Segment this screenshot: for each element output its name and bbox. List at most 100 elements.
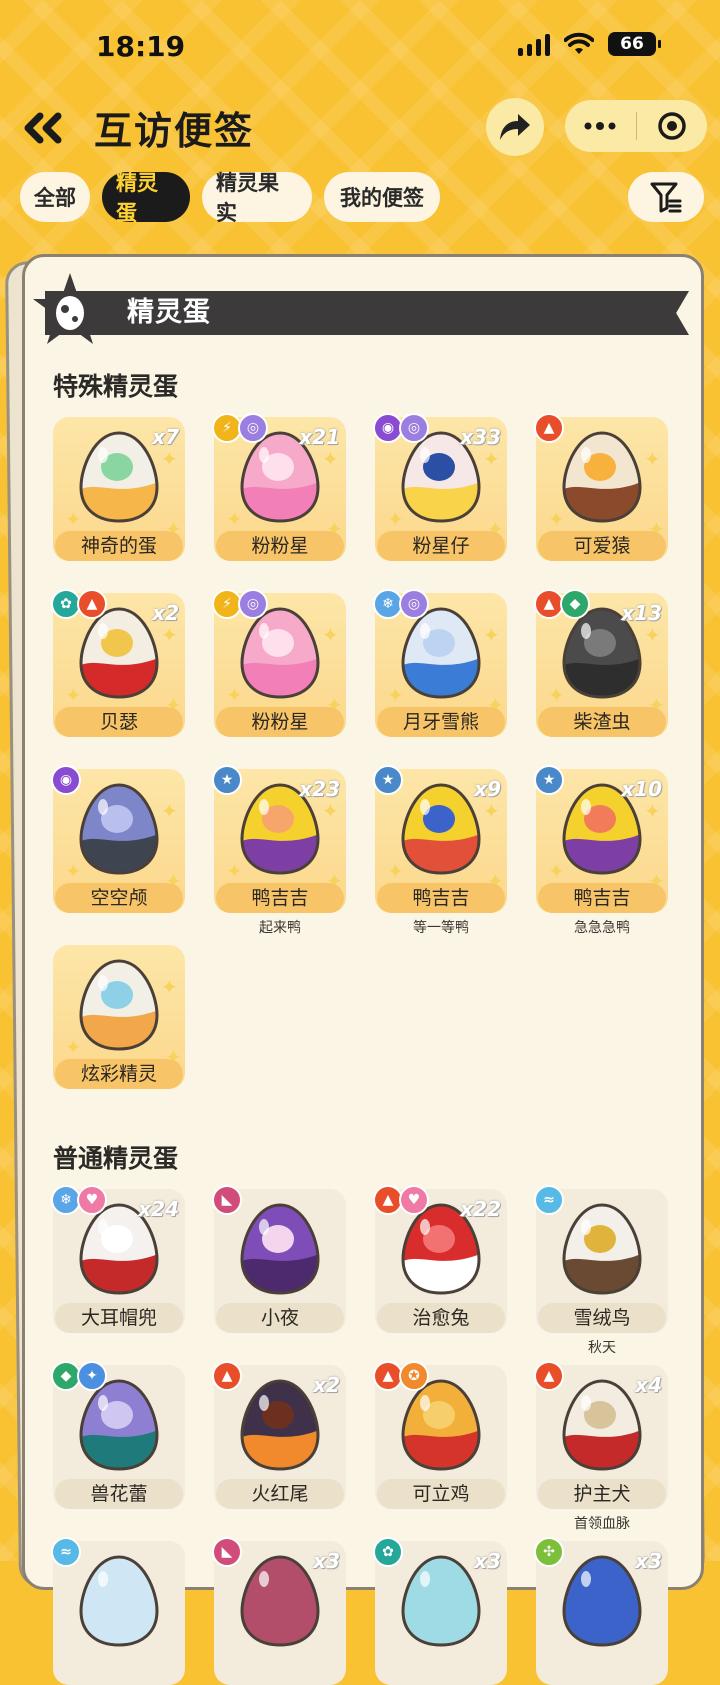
- egg-name: 神奇的蛋: [55, 531, 183, 561]
- type-badges: ✿ ▲: [51, 589, 107, 619]
- egg-count: x13: [621, 601, 662, 625]
- battery-indicator: 66: [608, 32, 661, 56]
- egg-variant: 首领血脉: [574, 1516, 630, 1532]
- egg-name: 粉粉星: [216, 707, 344, 737]
- egg-name: 炫彩精灵: [55, 1059, 183, 1089]
- egg-name: 月牙雪熊: [377, 707, 505, 737]
- egg-item[interactable]: ✦ ✦ ✦ ◉ ◎ x33 粉星仔: [373, 413, 507, 561]
- psychic-type-icon: ◎: [238, 589, 268, 619]
- egg-item[interactable]: ✦ ✦ ✦ ❄ ◎ 月牙雪熊: [373, 589, 507, 737]
- sparkle-icon: ✦: [644, 623, 661, 647]
- egg-name: 鸭吉吉: [538, 883, 666, 913]
- sparkle-icon: ✦: [644, 799, 661, 823]
- egg-item[interactable]: ✦ ✦ ✦ ★ x10 鸭吉吉 急急急鸭: [534, 765, 668, 936]
- sparkle-icon: ✦: [483, 623, 500, 647]
- fire-type-icon: ▲: [534, 1361, 564, 1391]
- bug-type-icon: ✣: [534, 1537, 564, 1567]
- egg-item[interactable]: ◣ 小夜: [212, 1185, 346, 1333]
- egg-item[interactable]: ✦ ✦ ✦ ⚡ ◎ x21 粉粉星: [212, 413, 346, 561]
- fire-type-icon: ▲: [534, 413, 564, 443]
- type-badges: ▲: [212, 1361, 242, 1391]
- egg-name: 粉星仔: [377, 531, 505, 561]
- filter-button[interactable]: [628, 172, 704, 222]
- light-type-icon: ✦: [77, 1361, 107, 1391]
- type-badges: ★: [212, 765, 242, 795]
- egg-item[interactable]: ✣ x3: [534, 1537, 668, 1685]
- tab-my-notes[interactable]: 我的便签: [324, 172, 440, 222]
- normal-type-icon: ★: [534, 765, 564, 795]
- egg-name: 柴渣虫: [538, 707, 666, 737]
- egg-item[interactable]: ✦ ✦ ✦ ▲ 可爱猿: [534, 413, 668, 561]
- target-icon: [658, 112, 686, 140]
- egg-variant: 起来鸭: [259, 920, 301, 936]
- grass-type-icon: ◆: [560, 589, 590, 619]
- egg-item[interactable]: ◣ x3: [212, 1537, 346, 1685]
- fire-type-icon: ▲: [212, 1361, 242, 1391]
- type-badges: ✣: [534, 1537, 564, 1567]
- egg-item[interactable]: ✦ ✦ ✦ ▲ ◆ x13 柴渣虫: [534, 589, 668, 737]
- fairy-type-icon: ♥: [77, 1185, 107, 1215]
- egg-item[interactable]: ▲ x4 护主犬 首领血脉: [534, 1361, 668, 1532]
- egg-variant: 秋天: [588, 1340, 616, 1356]
- sparkle-icon: ✦: [161, 799, 178, 823]
- egg-item[interactable]: ≈ 雪绒鸟 秋天: [534, 1185, 668, 1356]
- tab-all[interactable]: 全部: [20, 172, 90, 222]
- egg-variant: 急急急鸭: [574, 920, 630, 936]
- egg-item[interactable]: ✦ ✦ ✦ ✿ ▲ x2 贝瑟: [51, 589, 185, 737]
- tab-fruits[interactable]: 精灵果实: [202, 171, 312, 225]
- sparkle-icon: ✦: [322, 623, 339, 647]
- egg-count: x2: [313, 1373, 340, 1397]
- egg-item[interactable]: ▲ x2 火红尾: [212, 1361, 346, 1509]
- close-miniprogram-button[interactable]: [637, 100, 708, 152]
- egg-count: x10: [621, 777, 662, 801]
- egg-count: x21: [299, 425, 340, 449]
- more-dots-icon: [584, 122, 616, 130]
- egg-count: x3: [474, 1549, 501, 1573]
- wifi-icon: [564, 32, 594, 54]
- egg-icon: [401, 1555, 481, 1647]
- tab-eggs[interactable]: 精灵蛋: [102, 171, 190, 225]
- egg-item[interactable]: ✦ ✦ ✦ ★ x23 鸭吉吉 起来鸭: [212, 765, 346, 936]
- egg-name: 鸭吉吉: [216, 883, 344, 913]
- more-button[interactable]: [565, 100, 636, 152]
- egg-item[interactable]: ≈: [51, 1537, 185, 1685]
- egg-icon: [240, 1555, 320, 1647]
- page-title: 互访便签: [94, 109, 255, 153]
- wing-type-icon: ≈: [51, 1537, 81, 1567]
- egg-item[interactable]: ✦ ✦ ✦ x7 神奇的蛋: [53, 417, 185, 561]
- egg-item[interactable]: ▲ ♥ x22 治愈兔: [373, 1185, 507, 1333]
- share-button[interactable]: [486, 98, 544, 156]
- egg-item[interactable]: ◆ ✦ 兽花蕾: [51, 1361, 185, 1509]
- cellular-signal-icon: [518, 32, 550, 56]
- egg-item[interactable]: ✿ x3: [373, 1537, 507, 1685]
- egg-count: x7: [152, 425, 179, 449]
- egg-item[interactable]: ❄ ♥ x24 大耳帽兜: [51, 1185, 185, 1333]
- egg-name: 火红尾: [216, 1479, 344, 1509]
- egg-name: 兽花蕾: [55, 1479, 183, 1509]
- egg-name: 鸭吉吉: [377, 883, 505, 913]
- egg-icon: [79, 1379, 159, 1471]
- egg-item[interactable]: ✦ ✦ ✦ ◉ 空空颅: [51, 765, 185, 913]
- normal-type-icon: ★: [373, 765, 403, 795]
- egg-item[interactable]: ▲ ✪ 可立鸡: [373, 1361, 507, 1509]
- grass2-type-icon: ✿: [373, 1537, 403, 1567]
- egg-item[interactable]: ✦ ✦ ✦ 炫彩精灵: [53, 945, 185, 1089]
- type-badges: ◆ ✦: [51, 1361, 107, 1391]
- egg-item[interactable]: ✦ ✦ ✦ ⚡ ◎ 粉粉星: [212, 589, 346, 737]
- back-button[interactable]: [20, 106, 68, 150]
- sparkle-icon: ✦: [322, 447, 339, 471]
- psychic-type-icon: ◎: [238, 413, 268, 443]
- egg-name: 粉粉星: [216, 531, 344, 561]
- type-badges: ▲ ♥: [373, 1185, 429, 1215]
- egg-count: x4: [635, 1373, 662, 1397]
- psychic-type-icon: ◎: [399, 589, 429, 619]
- banner-title: 精灵蛋: [127, 297, 211, 328]
- type-badges: ⚡ ◎: [212, 413, 268, 443]
- egg-item[interactable]: ✦ ✦ ✦ ★ x9 鸭吉吉 等一等鸭: [373, 765, 507, 936]
- dark-type-icon: ◣: [212, 1537, 242, 1567]
- egg-icon: [562, 1555, 642, 1647]
- wing-type-icon: ≈: [534, 1185, 564, 1215]
- egg-icon: [240, 1379, 320, 1471]
- type-badges: ✿: [373, 1537, 403, 1567]
- type-badges: ▲ ◆: [534, 589, 590, 619]
